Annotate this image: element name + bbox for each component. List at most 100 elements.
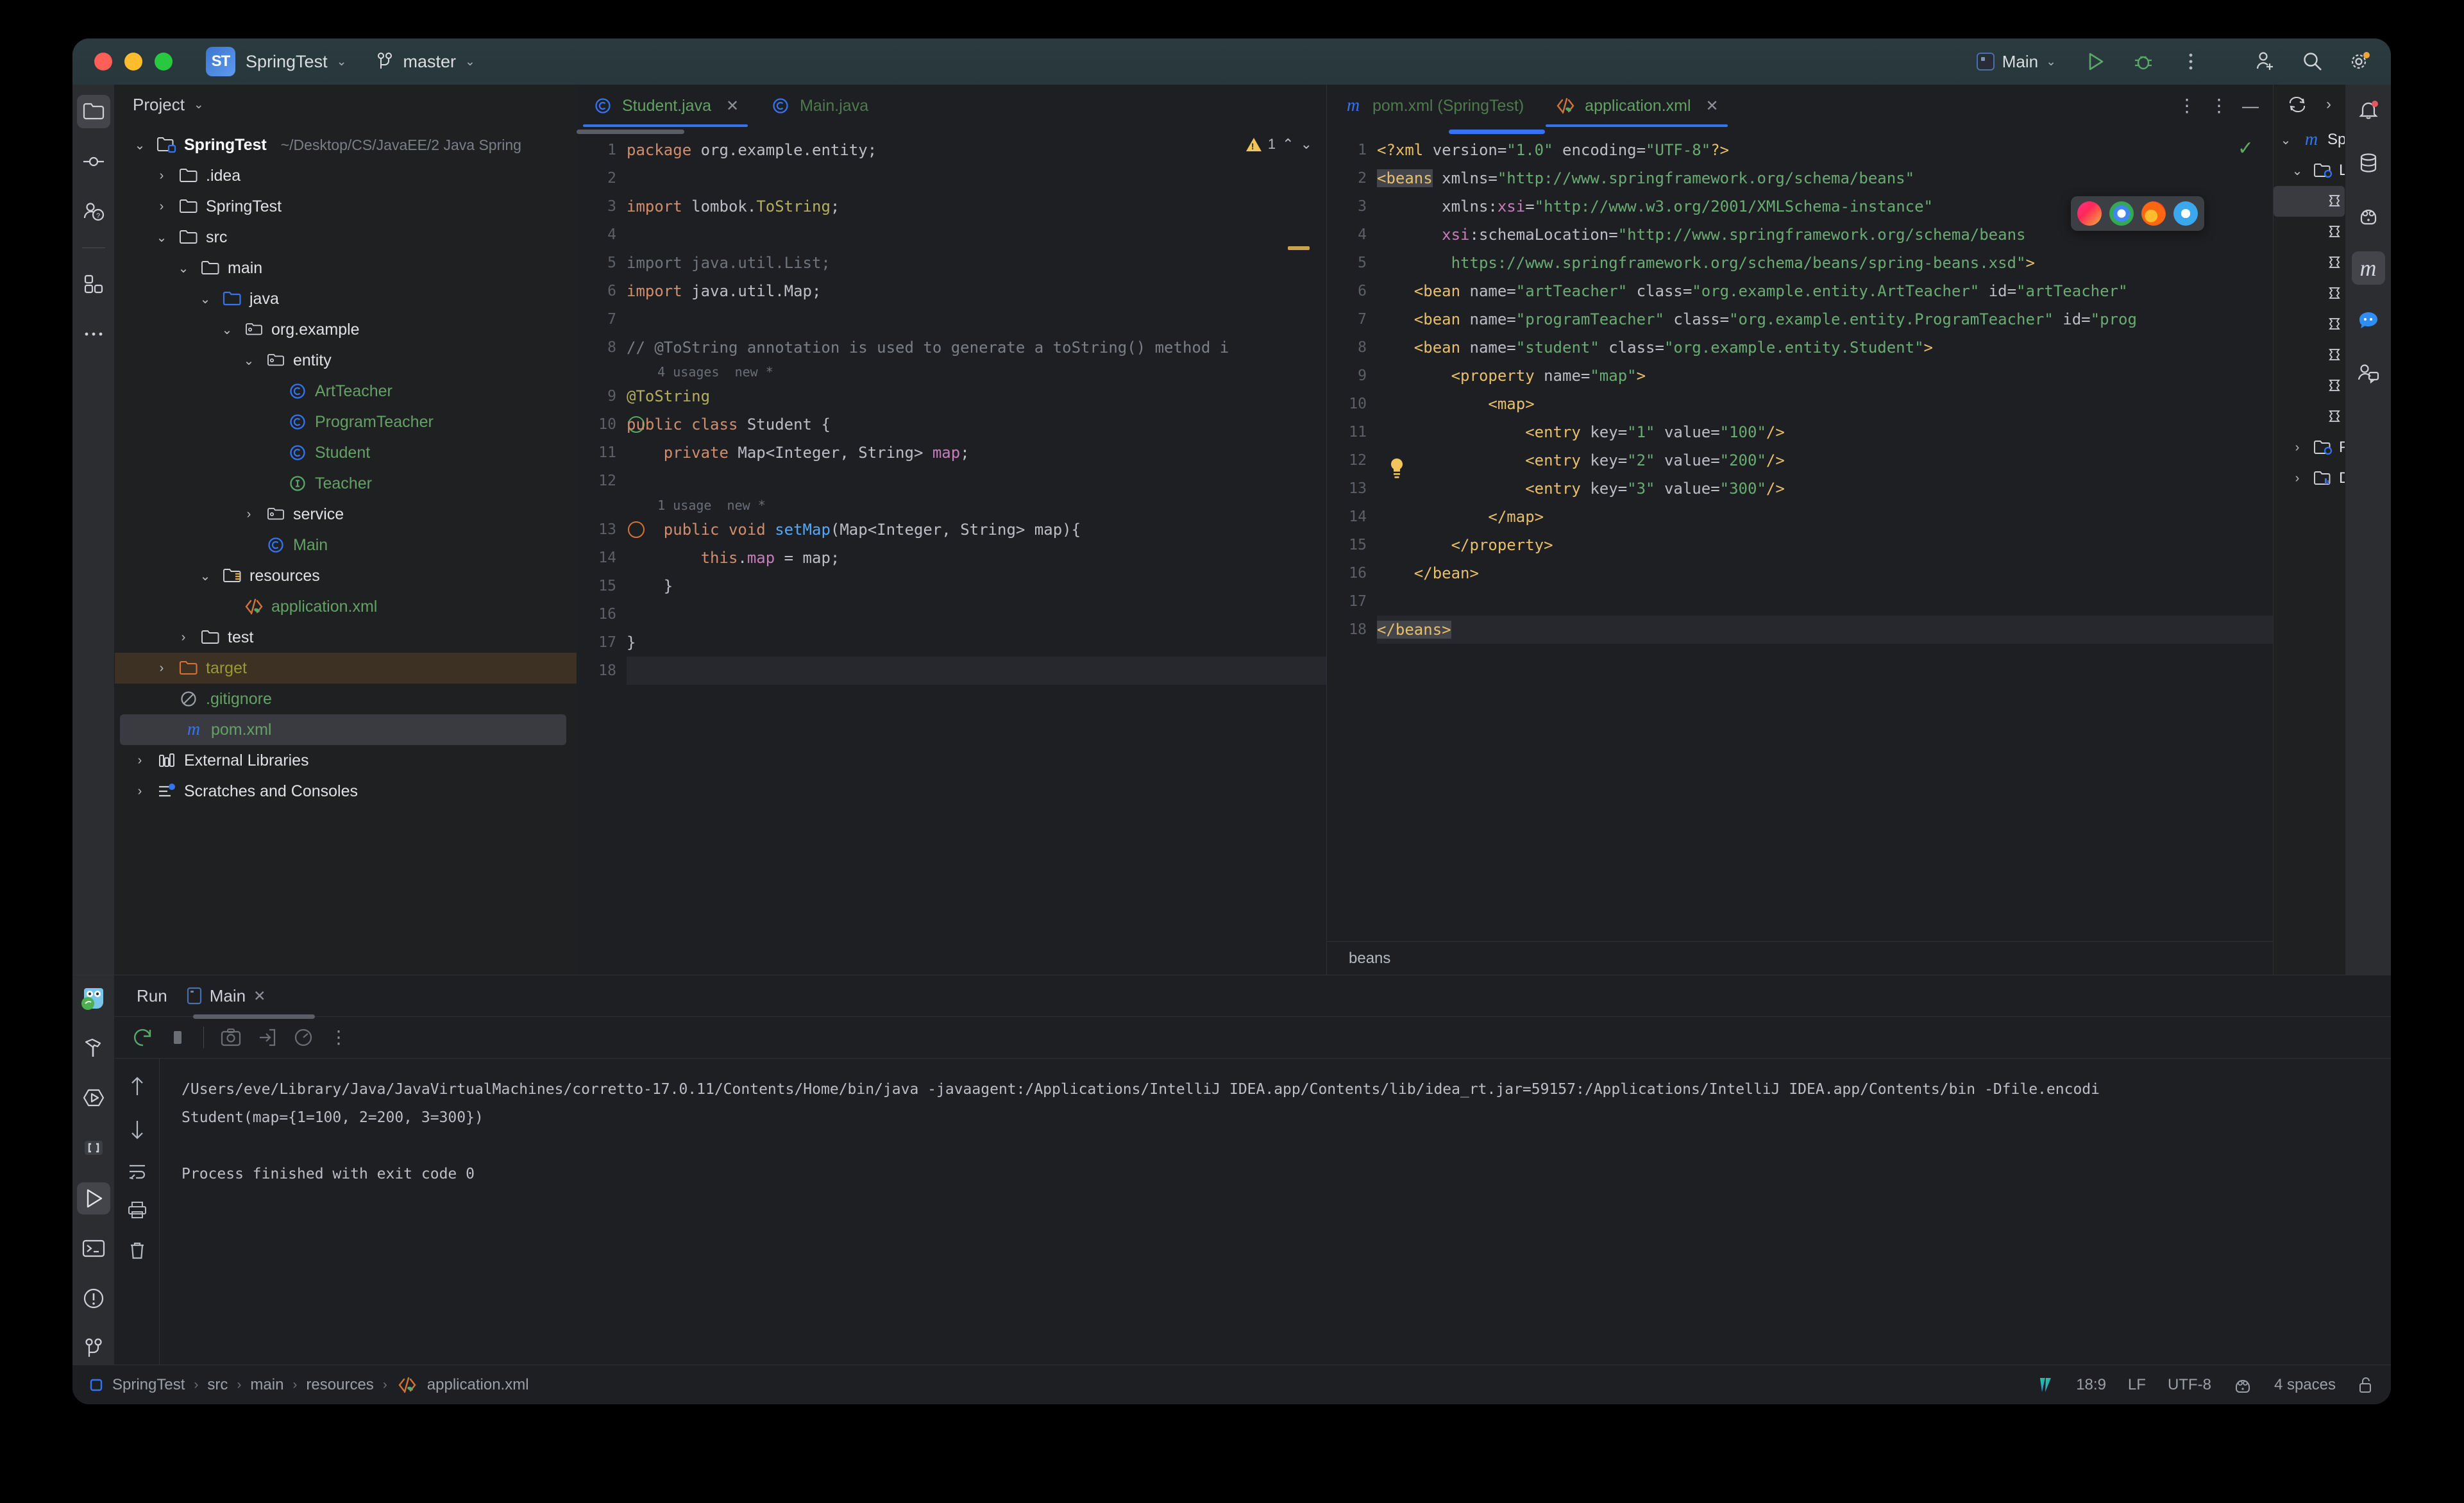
line-number[interactable]: 15 bbox=[1327, 531, 1367, 559]
usage-hint[interactable]: 4 usages new * bbox=[627, 362, 1326, 382]
project-tool-button[interactable] bbox=[76, 95, 110, 128]
line-number[interactable]: 12 bbox=[577, 467, 616, 495]
prev-problem-icon[interactable]: ⌃ bbox=[1282, 136, 1294, 153]
code-line[interactable] bbox=[627, 221, 1326, 249]
editor-tab-application-xml[interactable]: application.xml ✕ bbox=[1539, 85, 1734, 127]
line-number[interactable]: 7 bbox=[577, 305, 616, 333]
tree-item-entity[interactable]: ⌄ entity bbox=[115, 345, 577, 376]
code-line[interactable]: <entry key="2" value="200"/> bbox=[1377, 446, 2273, 474]
services-icon[interactable] bbox=[77, 1082, 110, 1114]
code-line[interactable] bbox=[627, 600, 1326, 628]
caret-position[interactable]: 18:9 bbox=[2076, 1376, 2106, 1394]
line-number[interactable]: 5 bbox=[577, 249, 616, 277]
stop-icon[interactable] bbox=[170, 1029, 187, 1046]
line-number[interactable]: 4 bbox=[577, 221, 616, 249]
maven-tree-item[interactable] bbox=[2274, 401, 2345, 432]
problems-icon[interactable] bbox=[77, 1282, 110, 1314]
line-number[interactable]: 13 bbox=[577, 516, 645, 544]
close-icon[interactable]: ✕ bbox=[1706, 97, 1719, 115]
code-line[interactable]: public class Student { bbox=[627, 410, 1326, 439]
line-number[interactable]: 16 bbox=[577, 600, 616, 628]
firefox-browser-icon[interactable] bbox=[2141, 201, 2166, 226]
ai-chat-icon[interactable] bbox=[2352, 304, 2385, 337]
chevron-down-icon[interactable]: ⌄ bbox=[196, 568, 215, 584]
line-number[interactable]: 17 bbox=[1327, 587, 1367, 616]
chevron-right-icon[interactable]: › bbox=[130, 784, 149, 799]
code-area-application-xml[interactable]: 1 2 3 4 5 6 7 8 9 10 11 12 13 14 15 16 17 18 <?xml versio… bbox=[1327, 127, 2273, 941]
chevron-down-icon[interactable]: ⌄ bbox=[239, 353, 258, 369]
tree-item--idea[interactable]: › .idea bbox=[115, 160, 577, 191]
xml-breadcrumb[interactable]: beans bbox=[1327, 941, 2273, 975]
console-output[interactable]: /Users/eve/Library/Java/JavaVirtualMachi… bbox=[160, 1059, 2391, 1364]
code-line[interactable]: } bbox=[627, 628, 1326, 657]
line-number[interactable]: 14 bbox=[1327, 503, 1367, 531]
maven-tree-item[interactable] bbox=[2274, 309, 2345, 340]
chevron-down-icon[interactable]: ⌄ bbox=[174, 260, 193, 276]
line-number[interactable]: 1 bbox=[1327, 136, 1367, 164]
code-line[interactable]: public void setMap(Map<Integer, String> … bbox=[627, 516, 1326, 544]
code-line[interactable]: <entry key="3" value="300"/> bbox=[1377, 474, 2273, 503]
tree-item-main[interactable]: ⌄ main bbox=[115, 253, 577, 283]
code-line[interactable]: <map> bbox=[1377, 390, 2273, 418]
code-line[interactable]: import java.util.List; bbox=[627, 249, 1326, 277]
editor-tab-pom-xml-springtest-[interactable]: m pom.xml (SpringTest) bbox=[1327, 85, 1539, 127]
line-number[interactable]: 3 bbox=[1327, 192, 1367, 221]
code-line[interactable]: </map> bbox=[1377, 503, 2273, 531]
code-line[interactable]: <bean name="programTeacher" class="org.e… bbox=[1377, 305, 2273, 333]
intellij-browser-icon[interactable] bbox=[2077, 201, 2102, 226]
run-more-actions-button[interactable]: ⋮ bbox=[330, 1029, 348, 1046]
breadcrumb-item[interactable]: resources bbox=[306, 1376, 373, 1394]
code-line[interactable]: // @ToString annotation is used to gener… bbox=[627, 333, 1326, 362]
maven-tree-item[interactable]: ›P bbox=[2274, 432, 2345, 463]
maven-tree-item[interactable] bbox=[2274, 371, 2345, 401]
safari-browser-icon[interactable] bbox=[2173, 201, 2198, 226]
maven-tree-item[interactable] bbox=[2274, 186, 2345, 217]
code-line[interactable]: <bean name="student" class="org.example.… bbox=[1377, 333, 2273, 362]
code-line[interactable] bbox=[1377, 587, 2273, 616]
intention-bulb-icon[interactable] bbox=[1388, 458, 1405, 480]
import-icon[interactable] bbox=[258, 1028, 277, 1047]
add-user-button[interactable] bbox=[2251, 47, 2279, 76]
close-icon[interactable]: ✕ bbox=[253, 987, 266, 1005]
tree-item--gitignore[interactable]: .gitignore bbox=[115, 684, 577, 714]
tree-item-test[interactable]: › test bbox=[115, 622, 577, 653]
tree-item-main[interactable]: Main bbox=[115, 530, 577, 560]
tree-item-java[interactable]: ⌄ java bbox=[115, 283, 577, 314]
indent-setting[interactable]: 4 spaces bbox=[2274, 1376, 2336, 1394]
line-number[interactable]: 2 bbox=[577, 164, 616, 192]
line-number[interactable]: 1 bbox=[577, 136, 616, 164]
tree-item-target[interactable]: › target bbox=[115, 653, 577, 684]
split-options-button[interactable]: ⋮ bbox=[2210, 97, 2228, 115]
tree-item-artteacher[interactable]: ArtTeacher bbox=[115, 376, 577, 407]
chevron-right-icon[interactable]: › bbox=[174, 630, 193, 645]
line-number[interactable]: 8 bbox=[1327, 333, 1367, 362]
code-line[interactable]: <property name="map"> bbox=[1377, 362, 2273, 390]
inspection-widget-left[interactable]: 1 ⌃ ⌄ bbox=[1245, 136, 1312, 153]
code-line[interactable] bbox=[627, 164, 1326, 192]
code-line[interactable] bbox=[627, 467, 1326, 495]
unlock-icon[interactable] bbox=[2358, 1376, 2374, 1394]
code-line[interactable]: import lombok.ToString; bbox=[627, 192, 1326, 221]
chevron-right-icon[interactable]: › bbox=[2288, 441, 2307, 455]
editor-tabbar-right[interactable]: m pom.xml (SpringTest) application.xml ✕ ⋮ … bbox=[1327, 85, 2273, 127]
scroll-up-icon[interactable] bbox=[129, 1075, 146, 1097]
browser-preview-popup[interactable] bbox=[2071, 196, 2204, 231]
camera-icon[interactable] bbox=[221, 1028, 241, 1047]
line-number[interactable]: 2 bbox=[1327, 164, 1367, 192]
line-number[interactable]: 9 bbox=[1327, 362, 1367, 390]
lombok-status-icon[interactable] bbox=[2233, 1377, 2252, 1393]
line-number[interactable]: 9 bbox=[577, 382, 616, 410]
tree-item-springtest[interactable]: › SpringTest bbox=[115, 191, 577, 222]
search-icon[interactable] bbox=[2299, 47, 2327, 76]
breadcrumb-item[interactable]: main bbox=[250, 1376, 283, 1394]
run-tool-button[interactable] bbox=[76, 1182, 110, 1214]
minimize-pane-button[interactable]: — bbox=[2242, 96, 2259, 116]
run-button[interactable] bbox=[2082, 47, 2110, 76]
clear-all-icon[interactable] bbox=[128, 1241, 146, 1260]
notifications-icon[interactable] bbox=[2352, 94, 2385, 127]
tree-item-src[interactable]: ⌄ src bbox=[115, 222, 577, 253]
tree-item-student[interactable]: Student bbox=[115, 437, 577, 468]
soft-wrap-icon[interactable] bbox=[128, 1163, 147, 1179]
code-line[interactable]: </bean> bbox=[1377, 559, 2273, 587]
chevron-down-icon[interactable]: ⌄ bbox=[130, 137, 149, 153]
